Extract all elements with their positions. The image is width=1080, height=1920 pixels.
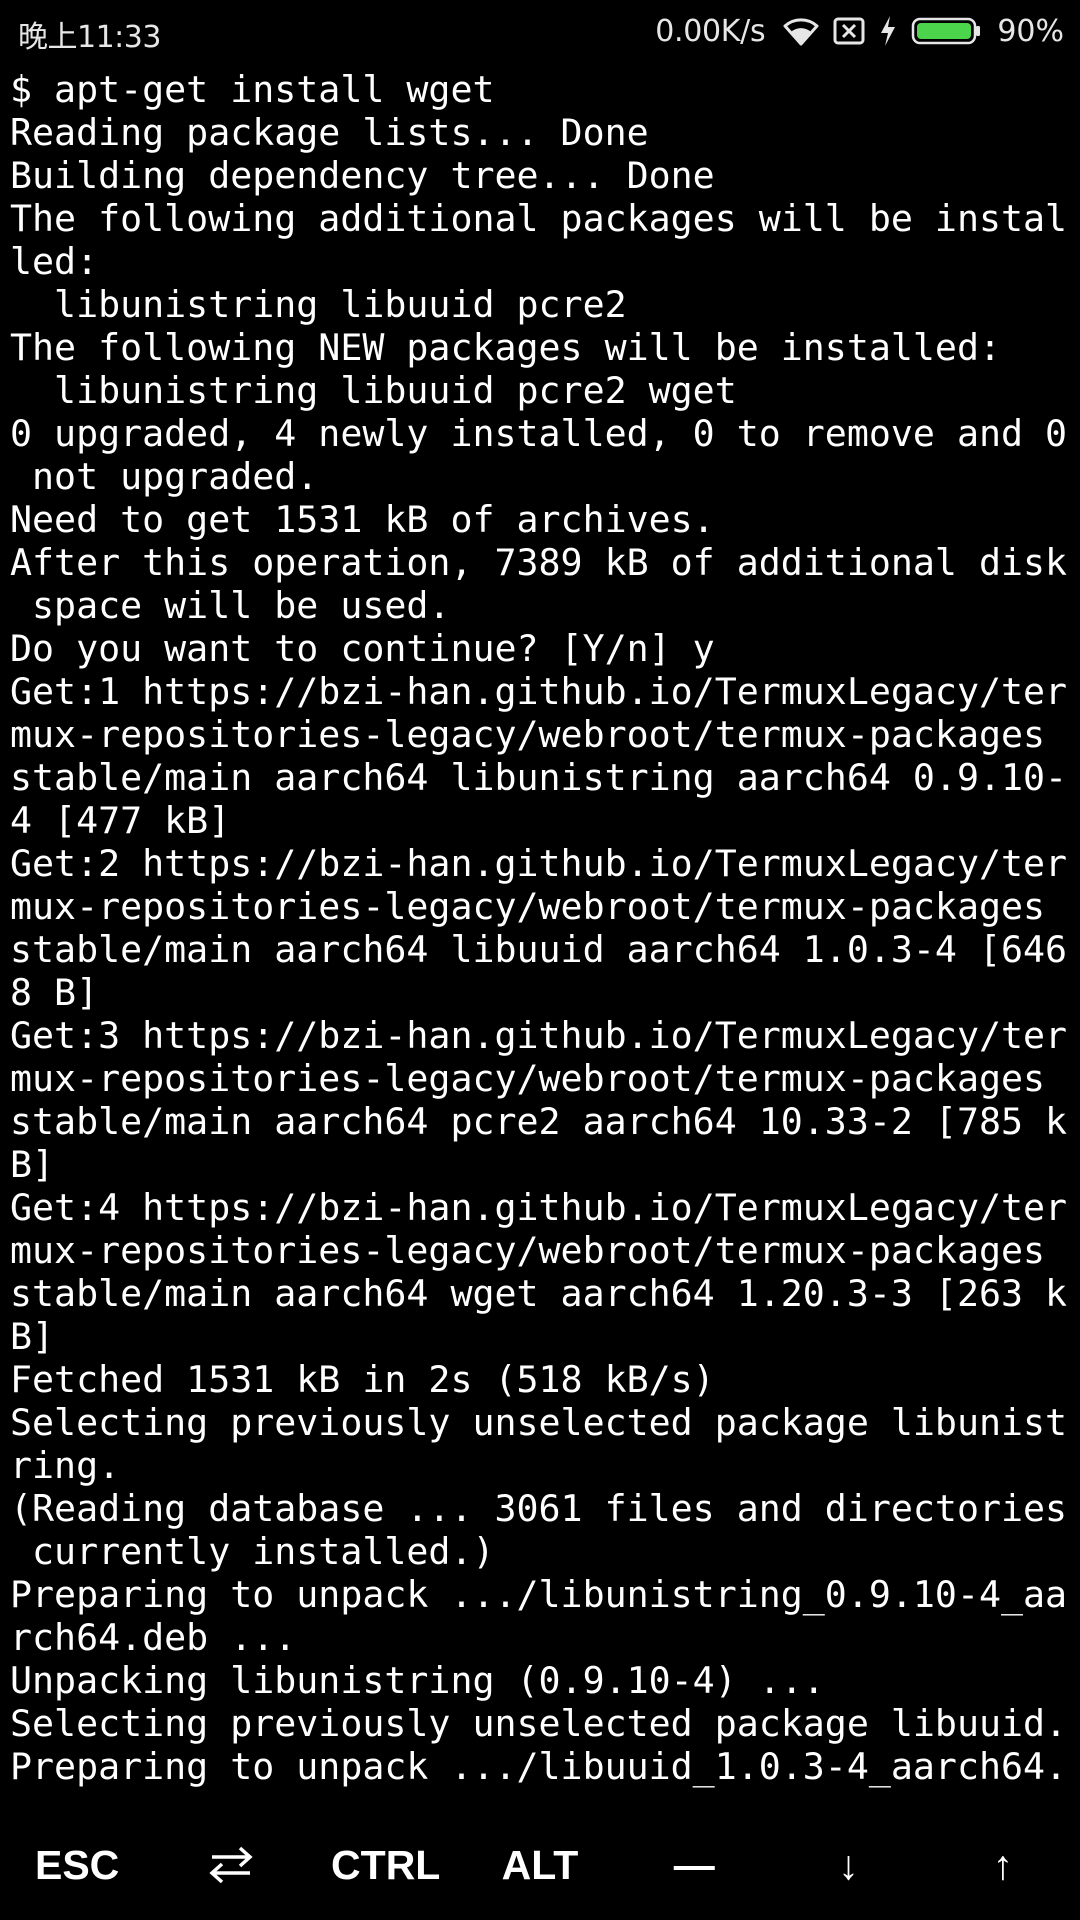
terminal-line: Get:4 https://bzi-han.github.io/TermuxLe…: [10, 1186, 1068, 1229]
terminal-line: Selecting previously unselected package …: [10, 1702, 1068, 1745]
terminal-line: mux-repositories-legacy/webroot/termux-p…: [10, 1229, 1046, 1272]
status-time: 晚上11:33: [18, 20, 161, 55]
terminal-line: Building dependency tree... Done: [10, 154, 715, 197]
terminal-line: mux-repositories-legacy/webroot/termux-p…: [10, 713, 1046, 756]
esc-key[interactable]: ESC: [0, 1820, 154, 1910]
terminal-line: Get:1 https://bzi-han.github.io/TermuxLe…: [10, 670, 1068, 713]
terminal-line: stable/main aarch64 pcre2 aarch64 10.33-…: [10, 1100, 1068, 1143]
terminal-line: Get:2 https://bzi-han.github.io/TermuxLe…: [10, 842, 1068, 885]
terminal-line: (Reading database ... 3061 files and dir…: [10, 1487, 1068, 1530]
tab-arrows-icon: [208, 1845, 254, 1885]
terminal-line: Preparing to unpack .../libunistring_0.9…: [10, 1573, 1068, 1616]
dash-key[interactable]: —: [617, 1820, 771, 1910]
sim-disabled-icon: [833, 17, 865, 45]
terminal-line: Get:3 https://bzi-han.github.io/TermuxLe…: [10, 1014, 1068, 1057]
terminal-line: ring.: [10, 1444, 121, 1487]
terminal-line: led:: [10, 240, 99, 283]
wifi-icon: [783, 16, 819, 46]
terminal-line: 8 B]: [10, 971, 99, 1014]
up-arrow-key[interactable]: ↑: [926, 1820, 1080, 1910]
terminal-line: Preparing to unpack .../libuuid_1.0.3-4_…: [10, 1745, 1068, 1788]
terminal-line: Need to get 1531 kB of archives.: [10, 498, 715, 541]
charging-icon: [879, 15, 897, 47]
battery-level: [917, 23, 972, 39]
tab-key[interactable]: [154, 1820, 308, 1910]
terminal-line: B]: [10, 1315, 55, 1358]
terminal-line: libunistring libuuid pcre2 wget: [10, 369, 737, 412]
terminal-line: stable/main aarch64 libunistring aarch64…: [10, 756, 1068, 799]
terminal-line: space will be used.: [10, 584, 451, 627]
terminal-line: After this operation, 7389 kB of additio…: [10, 541, 1068, 584]
terminal-line: currently installed.): [10, 1530, 495, 1573]
terminal-line: The following NEW packages will be insta…: [10, 326, 1001, 369]
extra-keys-bar: ESC CTRL ALT — ↓ ↑: [0, 1820, 1080, 1910]
status-bar: 晚上11:33 0.00K/s 90%: [0, 0, 1080, 62]
battery-icon: [911, 16, 981, 46]
terminal-line: stable/main aarch64 libuuid aarch64 1.0.…: [10, 928, 1068, 971]
terminal-line: 0 upgraded, 4 newly installed, 0 to remo…: [10, 412, 1068, 455]
terminal-line: Unpacking libunistring (0.9.10-4) ...: [10, 1659, 825, 1702]
terminal-line: mux-repositories-legacy/webroot/termux-p…: [10, 885, 1046, 928]
terminal-line: B]: [10, 1143, 55, 1186]
terminal-line: Reading package lists... Done: [10, 111, 649, 154]
terminal-line: The following additional packages will b…: [10, 197, 1068, 240]
terminal-line: Selecting previously unselected package …: [10, 1401, 1068, 1444]
terminal-line: Fetched 1531 kB in 2s (518 kB/s): [10, 1358, 715, 1401]
status-icons: 0.00K/s 90%: [655, 8, 1064, 54]
terminal-output[interactable]: $ apt-get install wget Reading package li…: [10, 68, 1072, 1788]
terminal-line: Do you want to continue? [Y/n] y: [10, 627, 715, 670]
down-arrow-key[interactable]: ↓: [771, 1820, 925, 1910]
terminal-line: mux-repositories-legacy/webroot/termux-p…: [10, 1057, 1046, 1100]
alt-key[interactable]: ALT: [463, 1820, 617, 1910]
ctrl-key[interactable]: CTRL: [309, 1820, 463, 1910]
battery-percent: 90%: [997, 13, 1064, 49]
terminal-line: 4 [477 kB]: [10, 799, 231, 842]
terminal-line: stable/main aarch64 wget aarch64 1.20.3-…: [10, 1272, 1068, 1315]
terminal-line: libunistring libuuid pcre2: [10, 283, 627, 326]
terminal-line: not upgraded.: [10, 455, 319, 498]
terminal-line: rch64.deb ...: [10, 1616, 297, 1659]
terminal-line: $ apt-get install wget: [10, 68, 495, 111]
network-speed: 0.00K/s: [655, 13, 766, 49]
